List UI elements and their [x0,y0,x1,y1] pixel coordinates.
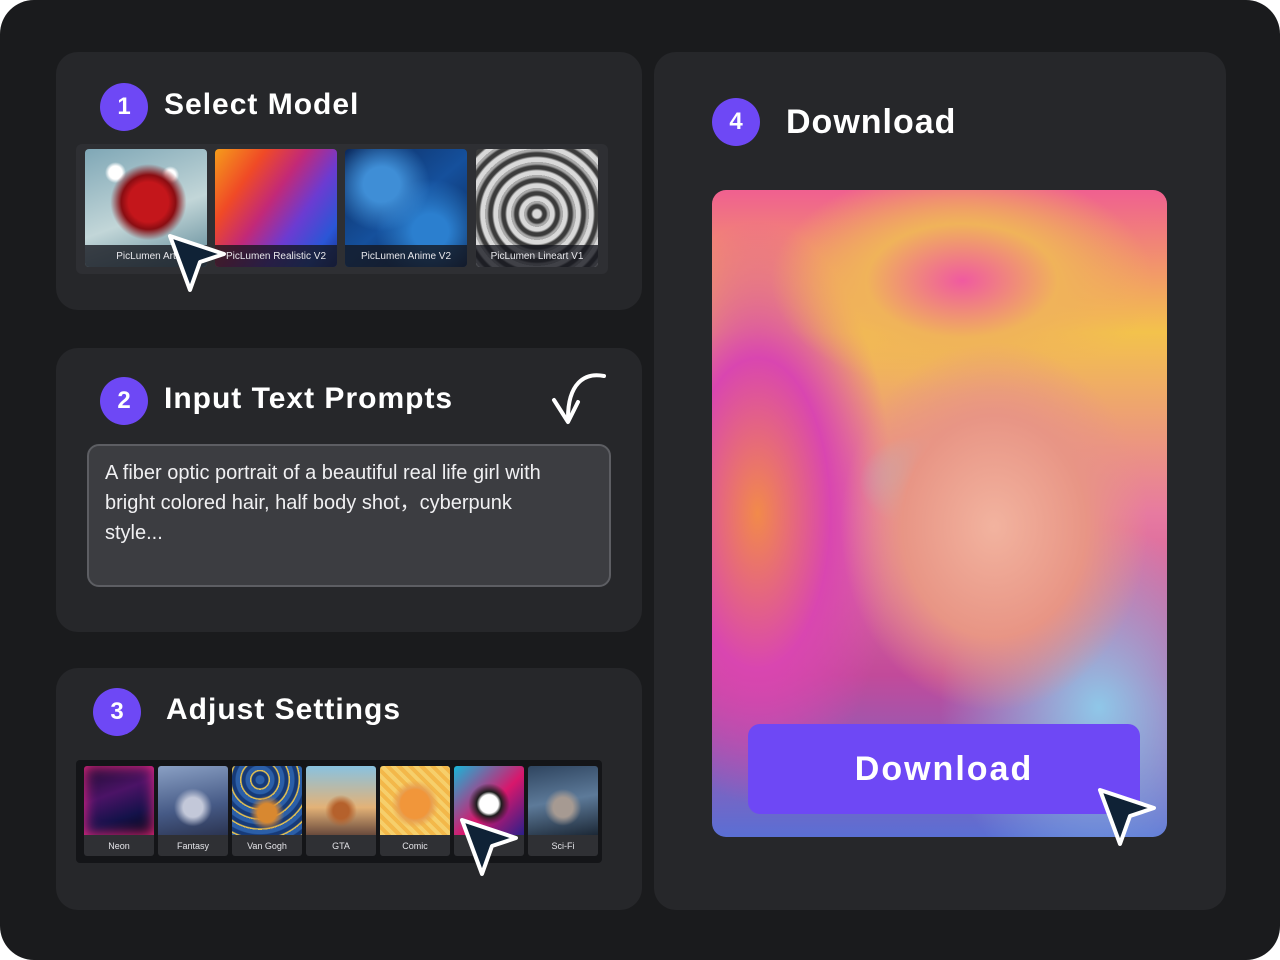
style-label: Comic [380,835,450,856]
step-number-1: 1 [100,83,148,131]
step-number-2: 2 [100,377,148,425]
sci-fi-cat-thumbnail-icon [528,766,598,835]
cursor-pointer-icon [460,818,518,876]
model-label: PicLumen Realistic V2 [215,245,337,267]
model-option-anime-v2[interactable]: PicLumen Anime V2 [345,149,467,267]
step-number-4: 4 [712,98,760,146]
curved-arrow-icon [552,373,606,424]
style-option-gta[interactable]: GTA [306,766,376,856]
style-label: Van Gogh [232,835,302,856]
prompt-text: A fiber optic portrait of a beautiful re… [105,462,541,544]
fantasy-cat-thumbnail-icon [158,766,228,835]
cursor-pointer-icon [1098,788,1156,846]
download-button[interactable]: Download [748,724,1140,814]
neon-cat-thumbnail-icon [84,766,154,835]
step-number-3: 3 [93,688,141,736]
style-label: GTA [306,835,376,856]
model-list: PicLumen Art PicLumen Realistic V2 PicLu… [76,144,608,274]
download-card: 4 Download Download [654,52,1226,910]
comic-cat-thumbnail-icon [380,766,450,835]
style-option-sci-fi[interactable]: Sci-Fi [528,766,598,856]
prompt-textarea[interactable]: A fiber optic portrait of a beautiful re… [87,444,611,587]
gta-cat-thumbnail-icon [306,766,376,835]
model-label: PicLumen Lineart V1 [476,245,598,267]
model-option-lineart-v1[interactable]: PicLumen Lineart V1 [476,149,598,267]
style-option-fantasy[interactable]: Fantasy [158,766,228,856]
style-list: Neon Fantasy Van Gogh GTA Comic Sci-Fi [76,760,602,863]
step-title-input-text-prompts: Input Text Prompts [164,382,454,415]
model-option-realistic-v2[interactable]: PicLumen Realistic V2 [215,149,337,267]
select-model-card: 1 Select Model PicLumen Art PicLumen Rea… [56,52,642,310]
style-label: Fantasy [158,835,228,856]
app-frame: 1 Select Model PicLumen Art PicLumen Rea… [0,0,1280,960]
step-title-adjust-settings: Adjust Settings [166,693,402,726]
model-label: PicLumen Anime V2 [345,245,467,267]
style-label: Sci-Fi [528,835,598,856]
style-option-comic[interactable]: Comic [380,766,450,856]
style-option-neon[interactable]: Neon [84,766,154,856]
step-title-select-model: Select Model [164,88,360,121]
style-option-van-gogh[interactable]: Van Gogh [232,766,302,856]
cursor-pointer-icon [168,234,226,292]
adjust-settings-card: 3 Adjust Settings Neon Fantasy Van Gogh … [56,668,642,910]
step-title-download: Download [786,103,957,141]
style-label: Neon [84,835,154,856]
van-gogh-cat-thumbnail-icon [232,766,302,835]
